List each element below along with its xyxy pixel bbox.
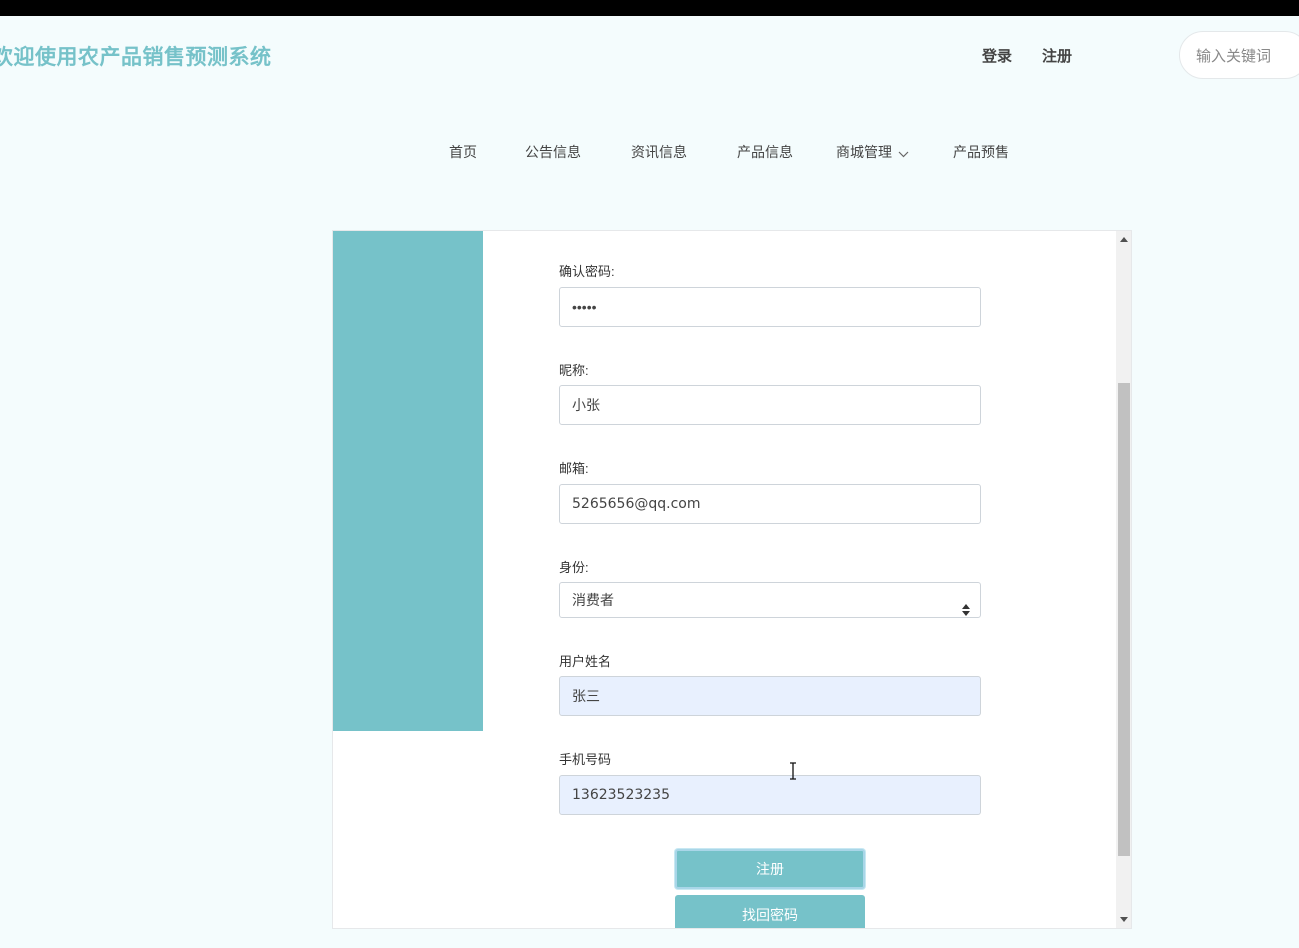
email-label: 邮箱:: [559, 461, 589, 476]
confirm-password-field[interactable]: [559, 287, 981, 327]
nickname-label: 昵称:: [559, 363, 589, 378]
search-box[interactable]: [1179, 31, 1299, 79]
phone-label: 手机号码: [559, 752, 612, 767]
nickname-field[interactable]: [559, 385, 981, 425]
main-nav: 首页 公告信息 资讯信息 产品信息 商城管理 产品预售: [0, 142, 1299, 162]
nav-item-home[interactable]: 首页: [449, 142, 477, 162]
nav-item-news[interactable]: 资讯信息: [631, 142, 687, 162]
window-top-bar: [0, 0, 1299, 16]
email-field[interactable]: [559, 484, 981, 524]
phone-field[interactable]: [559, 775, 981, 815]
register-link[interactable]: 注册: [1042, 45, 1072, 66]
select-arrows-icon: [962, 594, 970, 628]
username-label: 用户姓名: [559, 654, 612, 669]
recover-password-button[interactable]: 找回密码: [675, 895, 865, 928]
panel-scrollbar[interactable]: [1116, 231, 1131, 928]
nav-item-mall-management[interactable]: 商城管理: [836, 142, 909, 162]
nav-item-mall-label: 商城管理: [836, 144, 892, 160]
text-cursor-icon: [789, 762, 797, 785]
role-select-value: 消费者: [572, 592, 614, 608]
site-title: 欢迎使用农产品销售预测系统: [0, 46, 272, 69]
role-select[interactable]: 消费者: [559, 582, 981, 618]
username-field[interactable]: [559, 676, 981, 716]
scroll-up-arrow-icon[interactable]: [1120, 237, 1128, 242]
nav-item-announcements[interactable]: 公告信息: [525, 142, 581, 162]
nav-item-presale[interactable]: 产品预售: [953, 142, 1009, 162]
search-input[interactable]: [1194, 47, 1298, 66]
nav-item-products[interactable]: 产品信息: [737, 142, 793, 162]
login-link[interactable]: 登录: [982, 45, 1012, 66]
register-button[interactable]: 注册: [675, 849, 865, 889]
scroll-down-arrow-icon[interactable]: [1120, 917, 1128, 922]
confirm-password-label: 确认密码:: [559, 264, 615, 279]
role-label: 身份:: [559, 560, 589, 575]
scroll-thumb[interactable]: [1118, 383, 1130, 856]
register-panel: 确认密码: 昵称: 邮箱: 身份: 消费者 用户姓名 手机号码 注册 找回密码: [332, 230, 1132, 929]
panel-side-banner: [333, 231, 483, 731]
chevron-down-icon: [898, 145, 909, 161]
